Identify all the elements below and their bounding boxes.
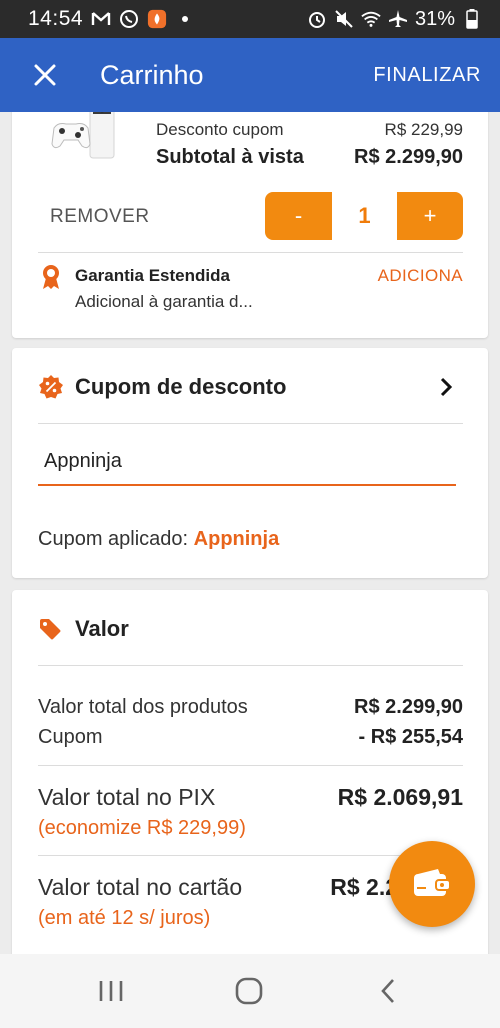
gmail-icon (91, 9, 111, 29)
whatsapp-icon (119, 9, 139, 29)
pix-total-label: Valor total no PIX (38, 784, 216, 810)
add-warranty-button[interactable]: ADICIONA (378, 266, 463, 286)
pix-total-value: R$ 2.069,91 (337, 784, 463, 810)
wallet-icon (414, 869, 451, 896)
page-title: Carrinho (100, 59, 204, 90)
products-total-label: Valor total dos produtos (38, 696, 248, 718)
pix-savings-note: (economize R$ 229,99) (38, 817, 246, 839)
airplane-icon (388, 9, 408, 29)
home-icon[interactable] (234, 976, 264, 1006)
coupon-value-label: Cupom (38, 726, 103, 748)
increase-quantity-button[interactable]: + (397, 192, 463, 240)
chevron-right-icon[interactable] (438, 376, 454, 398)
divider (38, 665, 463, 666)
values-section-title: Valor (75, 616, 129, 641)
cart-content[interactable]: Desconto cupom R$ 229,99 Subtotal à vist… (0, 112, 500, 954)
product-card: Desconto cupom R$ 229,99 Subtotal à vist… (12, 112, 488, 338)
status-time: 14:54 (28, 7, 84, 30)
product-image[interactable] (48, 112, 118, 160)
back-icon[interactable] (378, 976, 398, 1006)
decrease-quantity-button[interactable]: - (265, 192, 332, 240)
subtotal-value: R$ 2.299,90 (354, 146, 463, 168)
divider (38, 765, 463, 766)
battery-percent: 31% (414, 7, 455, 30)
percent-badge-icon (38, 374, 64, 400)
status-bar: 14:54 31% (0, 0, 500, 38)
tag-icon (38, 617, 62, 641)
coupon-applied-code: Appninja (193, 528, 280, 550)
wallet-fab-button[interactable] (389, 841, 475, 927)
ribbon-icon (40, 264, 62, 290)
app-bar: Carrinho FINALIZAR (0, 38, 500, 112)
quantity-value: 1 (358, 203, 371, 228)
coupon-discount-value: R$ 229,99 (384, 120, 463, 139)
alarm-icon (307, 9, 327, 29)
coupon-code-input[interactable] (38, 438, 456, 486)
mute-icon (334, 9, 354, 29)
divider (38, 423, 463, 424)
coupon-card: Cupom de desconto Cupom aplicado: Appnin… (12, 348, 488, 578)
divider (38, 252, 463, 253)
finalize-button[interactable]: FINALIZAR (373, 64, 481, 87)
close-icon[interactable] (30, 60, 60, 90)
recent-apps-icon[interactable] (96, 976, 126, 1006)
extended-warranty-title: Garantia Estendida (75, 266, 230, 285)
wifi-icon (361, 9, 381, 29)
coupon-discount-label: Desconto cupom (156, 120, 284, 139)
battery-icon (462, 9, 482, 29)
coupon-section-title: Cupom de desconto (75, 374, 287, 399)
app-notification-icon (147, 9, 167, 29)
extended-warranty-description: Adicional à garantia d... (75, 292, 253, 311)
card-total-label: Valor total no cartão (38, 874, 243, 900)
remove-button[interactable]: REMOVER (50, 206, 150, 228)
dot-icon (175, 9, 195, 29)
products-total-value: R$ 2.299,90 (354, 696, 463, 718)
card-total-value: R$ 2.2 (330, 874, 398, 900)
installments-note: (em até 12 s/ juros) (38, 907, 211, 929)
coupon-applied-label: Cupom aplicado: (38, 528, 189, 550)
system-navigation-bar (0, 954, 500, 1028)
coupon-value: - R$ 255,54 (358, 726, 463, 748)
subtotal-label: Subtotal à vista (156, 146, 304, 168)
coupon-applied-text: Cupom aplicado: Appninja (38, 528, 279, 551)
